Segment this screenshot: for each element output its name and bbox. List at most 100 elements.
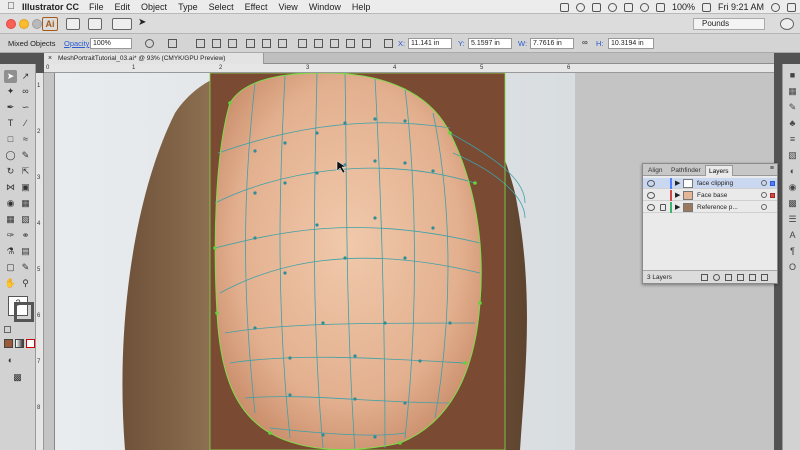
visibility-eye-icon[interactable]	[647, 180, 655, 187]
magic-wand-tool-icon[interactable]: ✦	[4, 85, 17, 98]
horizontal-ruler[interactable]: 0 1 2 3 4 5 6	[44, 64, 774, 73]
creative-cloud-icon[interactable]	[575, 2, 585, 12]
swatches-panel-icon[interactable]: ▦	[787, 86, 798, 97]
line-tool-icon[interactable]: ∕	[19, 117, 32, 130]
expand-triangle-icon[interactable]: ▶	[675, 203, 680, 211]
align-right-icon[interactable]	[228, 39, 237, 48]
align-left-icon[interactable]	[196, 39, 205, 48]
artboard[interactable]	[54, 73, 575, 450]
layer-target-icon[interactable]	[761, 204, 767, 210]
paragraph-panel-icon[interactable]: ¶	[787, 246, 798, 257]
constrain-proportions-icon[interactable]: ∞	[582, 38, 591, 47]
symbols-panel-icon[interactable]: ♣	[787, 118, 798, 129]
height-input[interactable]: 10.3194 in	[608, 38, 654, 49]
layer-target-icon[interactable]	[761, 180, 767, 186]
close-tab-icon[interactable]: ×	[48, 53, 52, 64]
shaper-tool-icon[interactable]: ◯	[4, 149, 17, 162]
hand-tool-icon[interactable]: ✋	[4, 277, 17, 290]
perspective-grid-tool-icon[interactable]: ▦	[19, 197, 32, 210]
expand-triangle-icon[interactable]: ▶	[675, 179, 680, 187]
apple-menu-icon[interactable]: 	[0, 1, 22, 12]
direct-selection-tool-icon[interactable]: ↗	[19, 70, 32, 83]
none-mode-icon[interactable]	[26, 339, 35, 348]
type-tool-icon[interactable]: T	[4, 117, 17, 130]
recolor-artwork-icon[interactable]	[145, 39, 154, 48]
artboard-tool-icon[interactable]: ▢	[4, 261, 17, 274]
panel-menu-icon[interactable]: ≡	[770, 165, 774, 172]
gradient-panel-icon[interactable]: ▧	[787, 150, 798, 161]
blend-tool-icon[interactable]: ⚭	[19, 229, 32, 242]
close-window-button[interactable]	[6, 19, 16, 29]
distribute-left-icon[interactable]	[346, 39, 355, 48]
minimize-window-button[interactable]	[19, 19, 29, 29]
slice-tool-icon[interactable]: ✎	[19, 261, 32, 274]
menu-view[interactable]: View	[278, 2, 297, 12]
opentype-panel-icon[interactable]: O	[787, 262, 798, 273]
layer-name[interactable]: Face base	[697, 191, 727, 200]
clock[interactable]: Fri 9:21 AM	[718, 2, 764, 12]
stock-icon[interactable]	[88, 18, 102, 30]
rectangle-tool-icon[interactable]: □	[4, 133, 17, 146]
layer-name[interactable]: Reference p...	[697, 203, 738, 212]
menu-edit[interactable]: Edit	[115, 2, 131, 12]
menu-window[interactable]: Window	[309, 2, 341, 12]
tab-pathfinder[interactable]: Pathfinder	[668, 165, 704, 176]
menu-help[interactable]: Help	[352, 2, 371, 12]
pen-tool-icon[interactable]: ✒	[4, 101, 17, 114]
free-transform-tool-icon[interactable]: ▣	[19, 181, 32, 194]
opacity-input[interactable]: 100%	[90, 38, 132, 49]
gradient-tool-icon[interactable]: ▧	[19, 213, 32, 226]
layer-selection-indicator[interactable]	[770, 181, 775, 186]
h-label[interactable]: H:	[596, 39, 604, 48]
bridge-icon[interactable]	[66, 18, 80, 30]
menu-effect[interactable]: Effect	[245, 2, 268, 12]
paintbrush-tool-icon[interactable]: ≈	[19, 133, 32, 146]
workspace-switcher[interactable]: Pounds	[693, 18, 765, 30]
expand-triangle-icon[interactable]: ▶	[675, 191, 680, 199]
brushes-panel-icon[interactable]: ✎	[787, 102, 798, 113]
tab-align[interactable]: Align	[645, 165, 665, 176]
new-layer-icon[interactable]	[749, 274, 756, 281]
color-panel-icon[interactable]: ■	[787, 70, 798, 81]
zoom-window-button[interactable]	[32, 19, 42, 29]
visibility-eye-icon[interactable]	[647, 204, 655, 211]
menu-type[interactable]: Type	[178, 2, 198, 12]
eraser-tool-icon[interactable]: ✎	[19, 149, 32, 162]
lasso-tool-icon[interactable]: ∞	[19, 85, 32, 98]
x-position-input[interactable]: 11.141 in	[408, 38, 452, 49]
screen-mode-icon[interactable]: ▩	[11, 371, 24, 384]
volume-icon[interactable]	[655, 2, 665, 12]
x-label[interactable]: X:	[398, 39, 405, 48]
menu-object[interactable]: Object	[141, 2, 167, 12]
layer-target-icon[interactable]	[761, 192, 767, 198]
shape-builder-tool-icon[interactable]: ◉	[4, 197, 17, 210]
menu-file[interactable]: File	[89, 2, 104, 12]
delete-layer-icon[interactable]	[761, 274, 768, 281]
gpu-performance-icon[interactable]: ➤	[138, 18, 152, 30]
battery-icon[interactable]	[701, 2, 711, 12]
curvature-tool-icon[interactable]: ∽	[19, 101, 32, 114]
document-tab[interactable]: × MeshPortraitTutorial_03.ai* @ 93% (CMY…	[44, 53, 264, 64]
default-colors-icon[interactable]	[4, 326, 11, 333]
align-to-icon[interactable]	[168, 39, 177, 48]
lock-icon[interactable]	[660, 204, 666, 211]
reference-point-icon[interactable]	[384, 39, 393, 48]
distribute-vcenter-icon[interactable]	[314, 39, 323, 48]
y-position-input[interactable]: 5.1597 in	[468, 38, 512, 49]
distribute-top-icon[interactable]	[298, 39, 307, 48]
gradient-mode-icon[interactable]	[15, 339, 24, 348]
locate-object-icon[interactable]	[713, 274, 720, 281]
bluetooth-icon[interactable]	[623, 2, 633, 12]
w-label[interactable]: W:	[518, 39, 527, 48]
vertical-ruler[interactable]: 1 2 3 4 5 6 7 8	[36, 73, 44, 450]
symbol-sprayer-tool-icon[interactable]: ⚗	[4, 245, 17, 258]
width-tool-icon[interactable]: ⋈	[4, 181, 17, 194]
stroke-panel-icon[interactable]: ≡	[787, 134, 798, 145]
align-hcenter-icon[interactable]	[212, 39, 221, 48]
scale-tool-icon[interactable]: ⇱	[19, 165, 32, 178]
mesh-tool-icon[interactable]: ▦	[4, 213, 17, 226]
arrange-documents-icon[interactable]	[112, 18, 132, 30]
column-graph-tool-icon[interactable]: ▤	[19, 245, 32, 258]
graphic-styles-panel-icon[interactable]: ▩	[787, 198, 798, 209]
zoom-tool-icon[interactable]: ⚲	[19, 277, 32, 290]
